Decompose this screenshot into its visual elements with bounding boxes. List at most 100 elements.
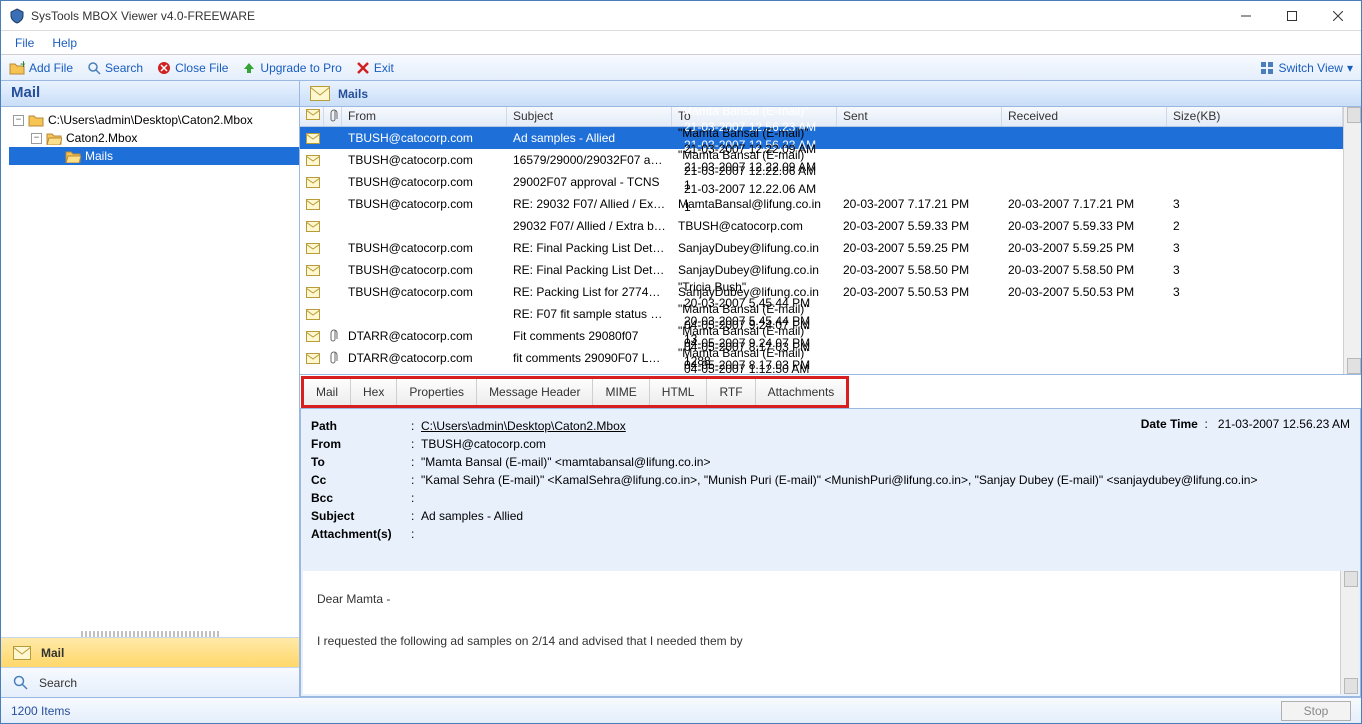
cell-size: 3 <box>1167 195 1343 213</box>
detail-path-link[interactable]: C:\Users\admin\Desktop\Caton2.Mbox <box>421 419 626 433</box>
tree-child-label: Caton2.Mbox <box>66 131 137 145</box>
collapse-icon[interactable]: − <box>13 115 24 126</box>
attachment-icon <box>324 290 342 294</box>
close-x-icon <box>157 61 171 75</box>
cell-from: TBUSH@catocorp.com <box>342 129 507 147</box>
col-size[interactable]: Size(KB) <box>1167 107 1343 126</box>
cell-to: SanjayDubey@lifung.co.in <box>672 239 837 257</box>
tab-mail[interactable]: Mail <box>304 379 351 405</box>
envelope-icon <box>300 373 324 375</box>
window-maximize-button[interactable] <box>1269 1 1315 31</box>
tab-message-header[interactable]: Message Header <box>477 379 593 405</box>
switch-view-button[interactable]: Switch View ▾ <box>1260 61 1353 75</box>
cell-from: TBUSH@catocorp.com <box>342 173 507 191</box>
col-attachment[interactable] <box>324 107 342 126</box>
grid-icon <box>1260 61 1274 75</box>
cell-from: TBUSH@catocorp.com <box>342 239 507 257</box>
cell-from: TBUSH@catocorp.com <box>342 151 507 169</box>
envelope-icon <box>300 307 324 322</box>
menu-file[interactable]: File <box>15 36 34 50</box>
detail-from-label: From <box>311 437 411 451</box>
toolbar: + Add File Search Close File Upgrade to … <box>1 55 1361 81</box>
detail-tabs: MailHexPropertiesMessage HeaderMIMEHTMLR… <box>301 376 849 408</box>
upgrade-label: Upgrade to Pro <box>260 61 341 75</box>
list-scrollbar-vertical[interactable] <box>1343 107 1361 374</box>
tree-root[interactable]: − C:\Users\admin\Desktop\Caton2.Mbox <box>9 111 299 129</box>
close-file-button[interactable]: Close File <box>157 61 228 75</box>
tab-rtf[interactable]: RTF <box>707 379 755 405</box>
search-button[interactable]: Search <box>87 61 143 75</box>
cell-subject: RE: 29032 F07/ Allied / Extra ... <box>507 195 672 213</box>
exit-label: Exit <box>374 61 394 75</box>
col-subject[interactable]: Subject <box>507 107 672 126</box>
tree-root-label: C:\Users\admin\Desktop\Caton2.Mbox <box>48 113 253 127</box>
cell-to: TBUSH@catocorp.com <box>672 217 837 235</box>
window-close-button[interactable] <box>1315 1 1361 31</box>
cell-received: 20-03-2007 5.58.50 PM <box>1002 261 1167 279</box>
cell-to: SanjayDubey@lifung.co.in <box>672 261 837 279</box>
cell-subject: 16579/29000/29032F07 appr... <box>507 151 672 169</box>
tab-attachments[interactable]: Attachments <box>756 379 847 405</box>
envelope-icon <box>300 241 324 256</box>
cell-subject: Fit comments 29080f07 <box>507 327 672 345</box>
table-row[interactable]: TBUSH@catocorp.comRE: 29032 F07/ Allied … <box>300 193 1343 215</box>
tree-child[interactable]: − Caton2.Mbox <box>9 129 299 147</box>
mail-body-line: I requested the following ad samples on … <box>317 631 1326 651</box>
search-icon <box>13 675 29 691</box>
table-row[interactable]: TBUSH@catocorp.comRE: Final Packing List… <box>300 237 1343 259</box>
search-label: Search <box>105 61 143 75</box>
mail-body: Dear Mamta - I requested the following a… <box>303 571 1340 694</box>
col-from[interactable]: From <box>342 107 507 126</box>
envelope-icon <box>300 197 324 212</box>
tab-properties[interactable]: Properties <box>397 379 477 405</box>
tab-hex[interactable]: Hex <box>351 379 397 405</box>
folder-tree: − C:\Users\admin\Desktop\Caton2.Mbox − C… <box>1 107 299 631</box>
col-received[interactable]: Received <box>1002 107 1167 126</box>
chevron-down-icon: ▾ <box>1347 61 1353 75</box>
status-bar: 1200 Items Stop <box>1 697 1361 723</box>
exit-x-icon <box>356 61 370 75</box>
exit-button[interactable]: Exit <box>356 61 394 75</box>
detail-datetime-value: 21-03-2007 12.56.23 AM <box>1218 417 1350 431</box>
app-icon <box>9 8 25 24</box>
cell-from: TBUSH@catocorp.com <box>342 283 507 301</box>
detail-to-label: To <box>311 455 411 469</box>
collapse-icon[interactable]: − <box>31 133 42 144</box>
status-item-count: 1200 Items <box>11 704 70 718</box>
tab-mime[interactable]: MIME <box>593 379 649 405</box>
folder-plus-icon: + <box>9 61 25 75</box>
attachment-icon <box>324 224 342 228</box>
cell-subject: RE: Final Packing List Detail f... <box>507 261 672 279</box>
cell-from: DTARR@catocorp.com <box>342 327 507 345</box>
body-scrollbar-vertical[interactable] <box>1340 571 1358 694</box>
window-minimize-button[interactable] <box>1223 1 1269 31</box>
cell-subject: RE: Final Packing List Detail f... <box>507 239 672 257</box>
table-row[interactable]: TBUSH@catocorp.com17376/29096F07 - TCNS"… <box>300 369 1343 374</box>
cell-from: TBUSH@catocorp.com <box>342 371 507 374</box>
right-panel-title: Mails <box>338 87 368 101</box>
upgrade-button[interactable]: Upgrade to Pro <box>242 61 341 75</box>
cell-size: 3 <box>1167 239 1343 257</box>
cell-subject: RE: F07 fit sample status - All... <box>507 305 672 323</box>
tree-leaf-mails[interactable]: Mails <box>9 147 299 165</box>
col-icon[interactable] <box>300 107 324 126</box>
folder-open-icon <box>46 132 62 145</box>
envelope-icon <box>310 86 330 101</box>
folder-icon <box>28 114 44 127</box>
table-row[interactable]: TBUSH@catocorp.com29002F07 approval - TC… <box>300 171 1343 193</box>
add-file-button[interactable]: + Add File <box>9 61 73 75</box>
attachment-icon <box>324 180 342 184</box>
attachment-icon <box>324 202 342 206</box>
sidebar-nav-search[interactable]: Search <box>1 667 299 697</box>
tab-html[interactable]: HTML <box>650 379 708 405</box>
col-sent[interactable]: Sent <box>837 107 1002 126</box>
tree-leaf-label: Mails <box>85 149 113 163</box>
menu-help[interactable]: Help <box>52 36 77 50</box>
table-row[interactable]: 29032 F07/ Allied / Extra butt...TBUSH@c… <box>300 215 1343 237</box>
right-panel-header: Mails <box>300 81 1361 107</box>
cell-subject: 17376/29096F07 - TCNS <box>507 371 672 374</box>
sidebar-nav-mail[interactable]: Mail <box>1 637 299 667</box>
svg-text:+: + <box>20 61 25 71</box>
stop-button[interactable]: Stop <box>1281 701 1351 721</box>
cell-from <box>342 312 507 316</box>
